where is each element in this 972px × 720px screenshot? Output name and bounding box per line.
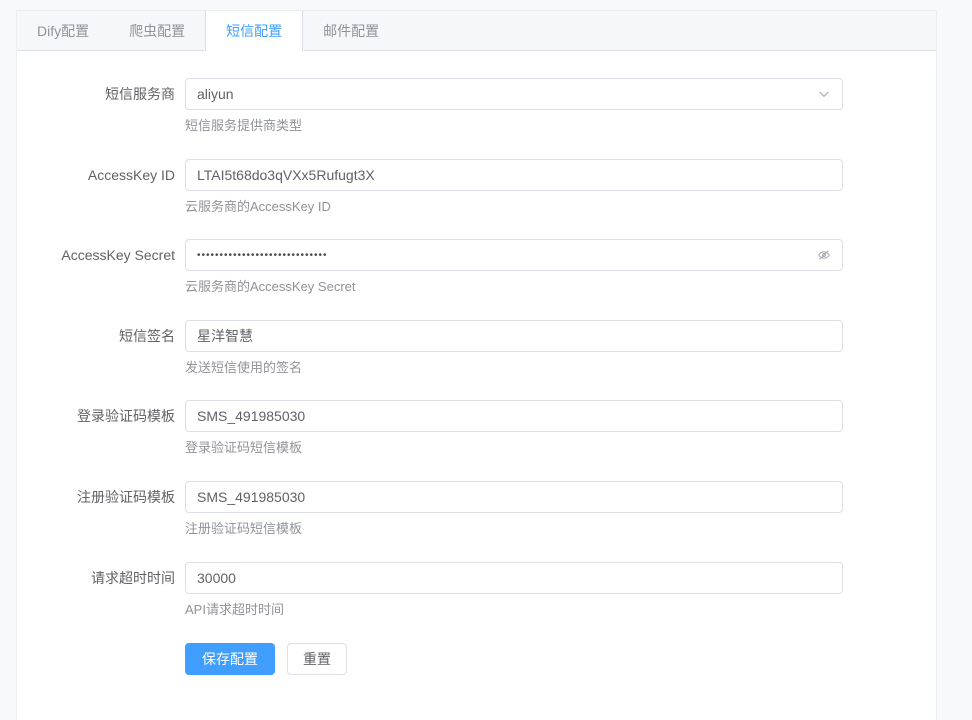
eye-off-icon[interactable]	[817, 248, 831, 262]
request-timeout-input[interactable]: 30000	[185, 562, 843, 594]
sms-provider-form-item: 短信服务商 aliyun 短信服务提供商类型	[35, 78, 916, 134]
accesskey-id-form-item: AccessKey ID LTAI5t68do3qVXx5Rufugt3X 云服…	[35, 159, 916, 215]
tab-bar: Dify配置 爬虫配置 短信配置 邮件配置	[17, 11, 936, 51]
register-code-template-form-item: 注册验证码模板 SMS_491985030 注册验证码短信模板	[35, 481, 916, 537]
form-actions: 保存配置 重置	[185, 642, 916, 675]
field-help: 登录验证码短信模板	[185, 440, 916, 456]
tab-label: 邮件配置	[323, 23, 379, 39]
field-help: 短信服务提供商类型	[185, 118, 916, 134]
field-content: aliyun 短信服务提供商类型	[185, 78, 916, 134]
request-timeout-form-item: 请求超时时间 30000 API请求超时时间	[35, 562, 916, 618]
chevron-down-icon[interactable]	[817, 87, 831, 101]
register-code-template-input[interactable]: SMS_491985030	[185, 481, 843, 513]
input-value: 30000	[197, 570, 831, 586]
input-value: aliyun	[197, 86, 809, 102]
accesskey-secret-form-item: AccessKey Secret •••••••••••••••••••••••…	[35, 239, 916, 295]
reset-button[interactable]: 重置	[287, 643, 347, 675]
input-value: •••••••••••••••••••••••••••••	[197, 250, 809, 261]
input-value: SMS_491985030	[197, 489, 831, 505]
field-help: 云服务商的AccessKey ID	[185, 199, 916, 215]
field-content: SMS_491985030 登录验证码短信模板	[185, 400, 916, 456]
sms-signature-input[interactable]: 星洋智慧	[185, 320, 843, 352]
field-content: ••••••••••••••••••••••••••••• 云服务商的Acces…	[185, 239, 916, 295]
tab-dify-config[interactable]: Dify配置	[17, 11, 109, 51]
sms-signature-form-item: 短信签名 星洋智慧 发送短信使用的签名	[35, 320, 916, 376]
tab-sms-config[interactable]: 短信配置	[205, 11, 303, 51]
field-label: 登录验证码模板	[35, 400, 175, 456]
sms-provider-select[interactable]: aliyun	[185, 78, 843, 110]
field-content: 30000 API请求超时时间	[185, 562, 916, 618]
save-config-button[interactable]: 保存配置	[185, 643, 275, 675]
field-help: 云服务商的AccessKey Secret	[185, 279, 916, 295]
tab-label: 短信配置	[226, 23, 282, 39]
tab-label: Dify配置	[37, 23, 89, 39]
tab-mail-config[interactable]: 邮件配置	[303, 11, 399, 51]
form-rows: 短信服务商 aliyun 短信服务提供商类型 AccessKey ID LTAI…	[35, 78, 916, 617]
sms-config-form: 短信服务商 aliyun 短信服务提供商类型 AccessKey ID LTAI…	[17, 51, 936, 675]
input-value: 星洋智慧	[197, 326, 831, 346]
field-content: LTAI5t68do3qVXx5Rufugt3X 云服务商的AccessKey …	[185, 159, 916, 215]
field-label: 短信服务商	[35, 78, 175, 134]
field-label: 短信签名	[35, 320, 175, 376]
input-value: LTAI5t68do3qVXx5Rufugt3X	[197, 167, 831, 183]
field-label: AccessKey ID	[35, 159, 175, 215]
field-content: 星洋智慧 发送短信使用的签名	[185, 320, 916, 376]
field-help: 注册验证码短信模板	[185, 521, 916, 537]
tab-crawler-config[interactable]: 爬虫配置	[109, 11, 205, 51]
field-help: API请求超时时间	[185, 602, 916, 618]
accesskey-id-input[interactable]: LTAI5t68do3qVXx5Rufugt3X	[185, 159, 843, 191]
field-content: SMS_491985030 注册验证码短信模板	[185, 481, 916, 537]
tab-label: 爬虫配置	[129, 23, 185, 39]
login-code-template-input[interactable]: SMS_491985030	[185, 400, 843, 432]
login-code-template-form-item: 登录验证码模板 SMS_491985030 登录验证码短信模板	[35, 400, 916, 456]
field-label: 注册验证码模板	[35, 481, 175, 537]
field-help: 发送短信使用的签名	[185, 360, 916, 376]
accesskey-secret-input[interactable]: •••••••••••••••••••••••••••••	[185, 239, 843, 271]
input-value: SMS_491985030	[197, 408, 831, 424]
field-label: AccessKey Secret	[35, 239, 175, 295]
config-tabs-card: Dify配置 爬虫配置 短信配置 邮件配置 短信服务商 aliyun 短信服务提…	[16, 10, 937, 720]
field-label: 请求超时时间	[35, 562, 175, 618]
